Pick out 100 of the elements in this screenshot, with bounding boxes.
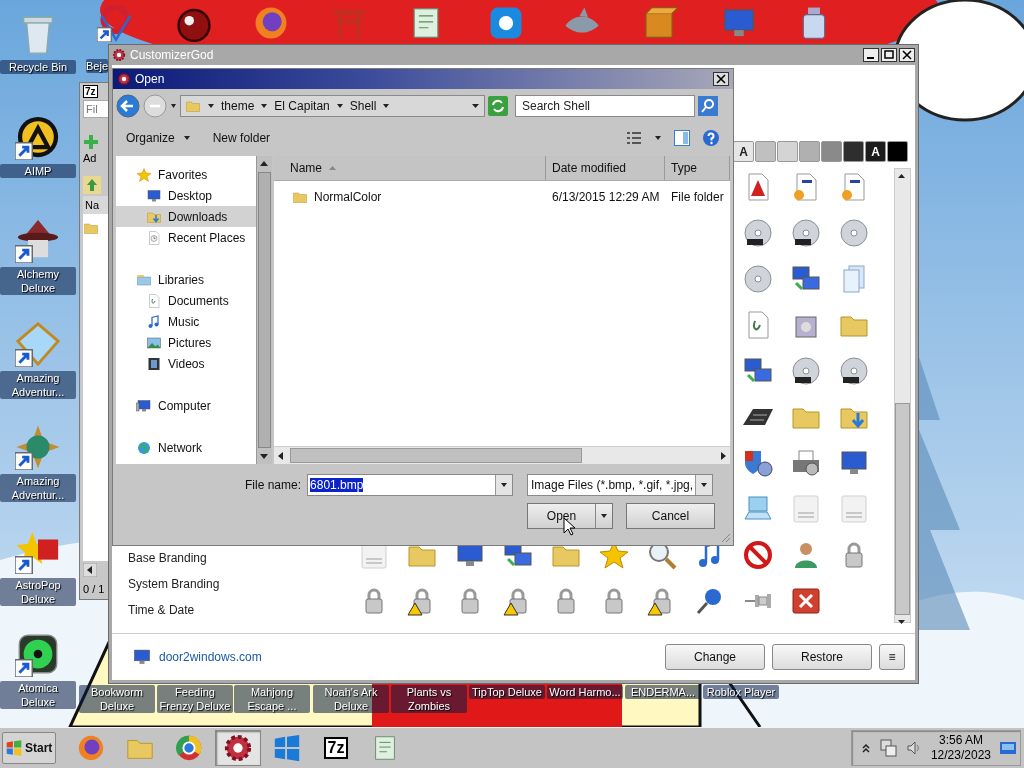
search-field[interactable]: Search Shell	[515, 95, 695, 117]
minimize-icon[interactable]	[863, 48, 879, 62]
icon-label[interactable]: Alchemy Deluxe	[0, 267, 76, 295]
icon-label[interactable]: TipTop Deluxe	[469, 685, 545, 699]
icon-label[interactable]: Recycle Bin	[0, 60, 76, 74]
icon-label[interactable]: AstroPop Deluxe	[0, 577, 76, 606]
menu-field[interactable]: Fil	[83, 100, 109, 118]
navigation-item[interactable]: Favorites	[116, 164, 256, 185]
navigation-item[interactable]: Music	[116, 311, 256, 332]
refresh-icon[interactable]	[488, 96, 508, 116]
address-bar[interactable]: theme El Capitan Shell	[180, 95, 485, 117]
navigation-item[interactable]: Pictures	[116, 332, 256, 353]
caret-icon	[170, 103, 177, 109]
hat-icon	[15, 217, 61, 263]
navigation-item[interactable]: Libraries	[116, 269, 256, 290]
column-header[interactable]: Type	[665, 156, 730, 180]
compass-globe-icon	[15, 424, 61, 470]
category-item[interactable]: Time & Date	[128, 603, 195, 617]
preview-pane-icon[interactable]	[674, 130, 690, 146]
chevron-up-icon[interactable]	[861, 743, 870, 753]
file-type-dropdown[interactable]: Image Files (*.bmp, *.gif, *.jpg,	[527, 474, 714, 496]
icon-label[interactable]: Bookworm Deluxe	[79, 685, 155, 713]
speaker-icon[interactable]	[905, 740, 922, 756]
organize-menu[interactable]: Organize	[126, 131, 191, 145]
color-swatch[interactable]	[755, 141, 776, 162]
navigation-item[interactable]: Recent Places	[116, 227, 256, 248]
network-icon[interactable]	[878, 739, 897, 757]
action-button[interactable]: Change	[665, 644, 765, 670]
open-button[interactable]: Open	[527, 503, 613, 529]
breadcrumb-item[interactable]: theme	[221, 99, 255, 113]
faded-icon	[790, 493, 822, 525]
color-swatch[interactable]	[777, 141, 798, 162]
color-swatch[interactable]	[887, 141, 908, 162]
breadcrumb-item[interactable]: El Capitan	[274, 99, 330, 113]
monitor-icon	[132, 647, 152, 667]
search-icon[interactable]	[698, 96, 718, 116]
back-icon[interactable]	[116, 94, 140, 118]
icon-label[interactable]: Beje	[86, 59, 109, 73]
action-button[interactable]: Restore	[772, 644, 872, 670]
column-header[interactable]: Date modified	[546, 156, 665, 180]
browser-globe-icon	[76, 733, 106, 763]
scrollbar[interactable]	[894, 168, 911, 623]
icon-label[interactable]: Amazing Adventur...	[0, 474, 76, 502]
color-swatch[interactable]: A	[733, 141, 754, 162]
scrollbar[interactable]	[274, 446, 730, 464]
window-title: CustomizerGod	[130, 48, 214, 62]
navigation-item[interactable]: Documents	[116, 290, 256, 311]
navigation-item[interactable]: Downloads	[116, 206, 256, 227]
taskbar-button[interactable]: 7z	[313, 730, 359, 766]
file-name-field[interactable]: 6801.bmp	[307, 474, 514, 496]
scrollbar[interactable]	[256, 156, 272, 464]
color-swatch[interactable]	[843, 141, 864, 162]
icon-label[interactable]: Word Harmo...	[547, 685, 623, 699]
scroll-left-icon[interactable]	[83, 563, 97, 577]
file-row[interactable]: NormalColor 6/13/2015 12:29 AM File folder	[274, 186, 730, 208]
maximize-icon[interactable]	[881, 48, 897, 62]
circle-logo-icon	[174, 733, 204, 763]
caret-icon	[207, 103, 215, 109]
folder-icon	[185, 98, 201, 114]
gear-icon	[112, 48, 126, 62]
menu-button[interactable]: ≡	[879, 644, 905, 670]
close-icon[interactable]	[713, 72, 729, 86]
start-button[interactable]: Start	[2, 732, 56, 764]
help-icon[interactable]	[702, 129, 720, 147]
icon-label[interactable]: ENDERMA...	[625, 685, 701, 699]
column-header[interactable]: Name	[274, 156, 546, 180]
toolbar-button[interactable]: New folder	[212, 131, 271, 145]
category-item[interactable]: System Branding	[128, 577, 220, 591]
icon-label[interactable]: Feeding Frenzy Deluxe	[157, 685, 233, 713]
navigation-item[interactable]: Computer	[116, 395, 256, 416]
caret-icon	[471, 103, 480, 109]
column-header[interactable]: Na	[83, 196, 109, 214]
printer-icon	[790, 447, 822, 479]
icon-label[interactable]: Mahjong Escape ...	[234, 685, 310, 713]
icon-label[interactable]: Amazing Adventur...	[0, 370, 76, 399]
cancel-button[interactable]: Cancel	[626, 503, 715, 529]
toolbar-label[interactable]: Ad	[83, 152, 109, 164]
show-desktop-icon[interactable]	[1000, 742, 1016, 754]
icon-label[interactable]: Atomica Deluxe	[0, 681, 76, 709]
caret-icon	[654, 135, 662, 141]
close-icon[interactable]	[899, 48, 915, 62]
navigation-item[interactable]: Desktop	[116, 185, 256, 206]
navigation-item[interactable]: Videos	[116, 353, 256, 374]
recent-places-icon	[146, 229, 162, 246]
computer-icon	[136, 397, 152, 414]
color-swatch[interactable]	[821, 141, 842, 162]
icon-label[interactable]: Plants vs Zombies	[391, 685, 467, 713]
app-logo: 7z	[83, 85, 98, 98]
file-date: 6/13/2015 12:29 AM	[551, 190, 661, 204]
gear-icon	[223, 733, 253, 763]
icon-label[interactable]: AIMP	[0, 163, 76, 178]
forward-icon[interactable]	[143, 94, 167, 118]
navigation-item[interactable]: Network	[116, 437, 256, 458]
color-swatch[interactable]	[799, 141, 820, 162]
color-swatch[interactable]: A	[865, 141, 886, 162]
website-link[interactable]: door2windows.com	[159, 650, 262, 664]
category-item[interactable]: Base Branding	[128, 551, 207, 565]
breadcrumb-item[interactable]: Shell	[349, 99, 377, 113]
taskbar-button[interactable]	[215, 730, 261, 766]
view-icon[interactable]	[626, 131, 642, 145]
